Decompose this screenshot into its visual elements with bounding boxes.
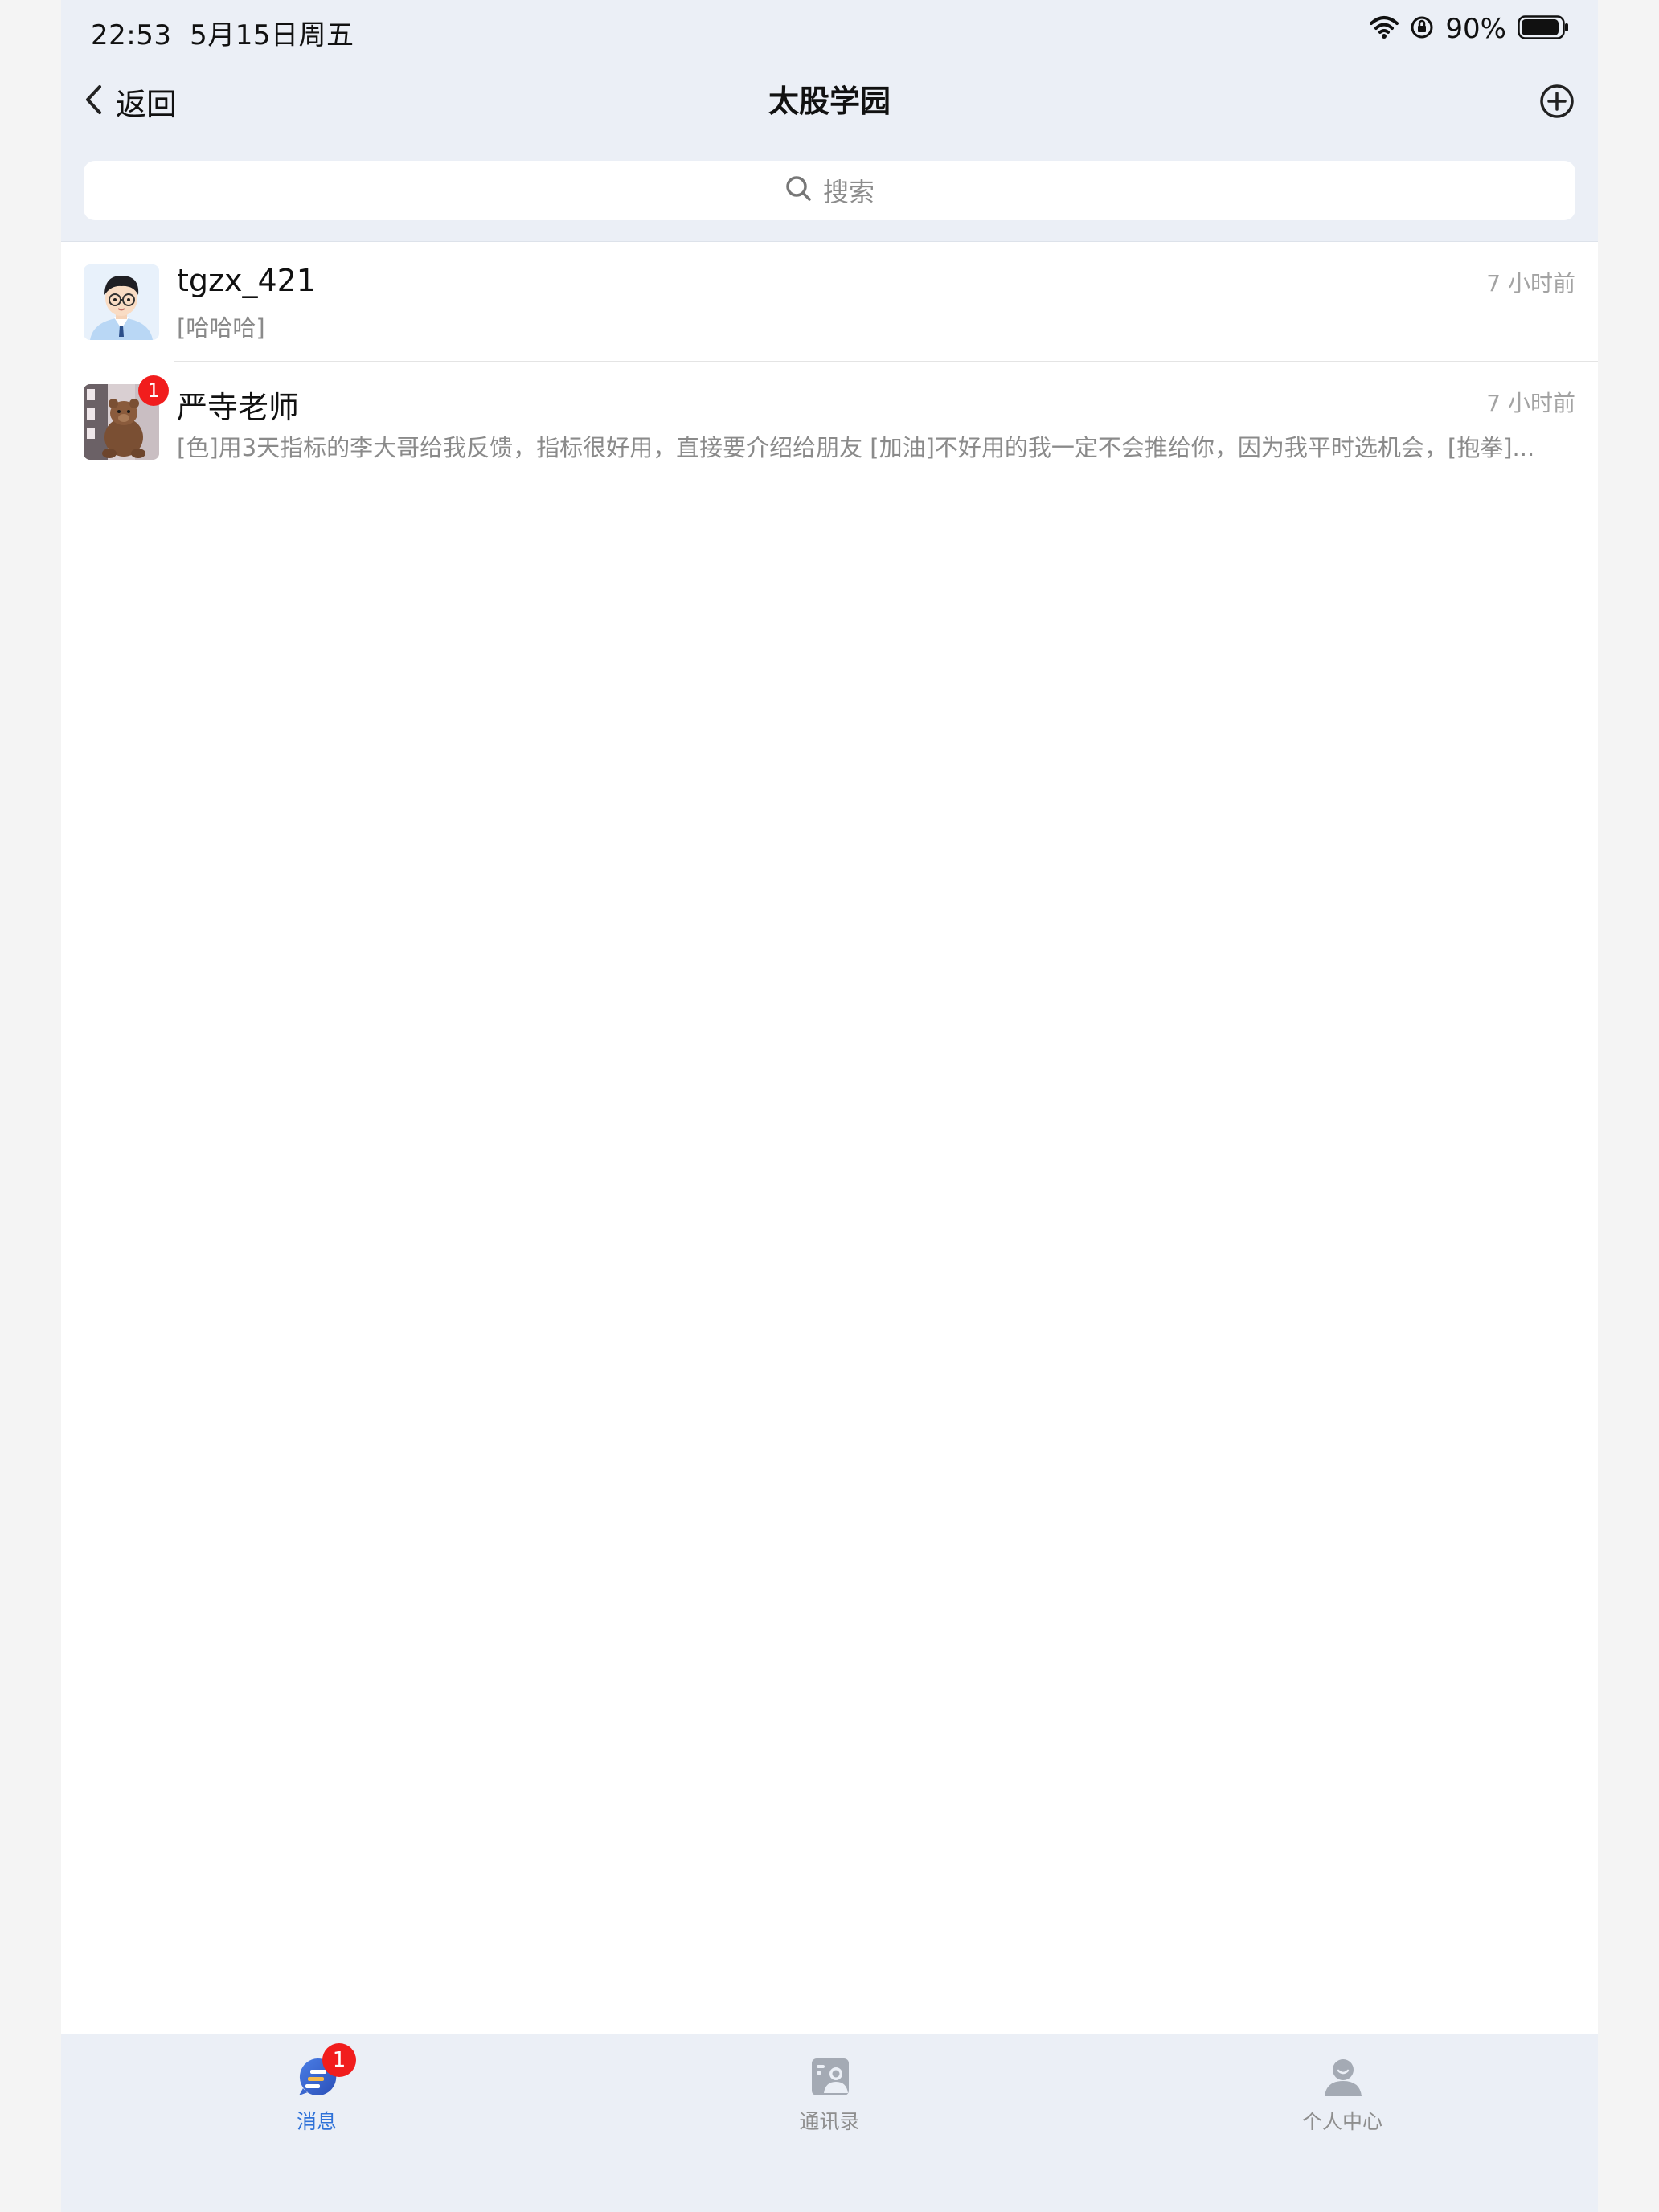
orientation-lock-icon bbox=[1410, 15, 1434, 43]
search-placeholder: 搜索 bbox=[822, 177, 875, 207]
conversation-item[interactable]: 严寺老师 7 小时前 [色]用3天指标的李大哥给我反馈，指标很好用，直接要介绍给… bbox=[61, 362, 1598, 481]
conversation-preview: [哈哈哈] bbox=[177, 314, 265, 342]
tab-label: 个人中心 bbox=[1301, 2110, 1382, 2133]
profile-icon bbox=[1325, 2059, 1362, 2096]
search-input[interactable]: 搜索 bbox=[84, 161, 1575, 220]
cartoon-boy-avatar bbox=[84, 264, 159, 340]
contacts-icon bbox=[812, 2058, 849, 2095]
conversation-time: 7 小时前 bbox=[1486, 270, 1575, 297]
battery-icon bbox=[1518, 15, 1569, 43]
app-window: 22:53 5月15日周五 90% 返回 太股学园 搜索 tgzx_421 7 … bbox=[61, 0, 1598, 2212]
conversation-name: tgzx_421 bbox=[177, 263, 316, 298]
avatar bbox=[84, 264, 159, 340]
tab-label: 消息 bbox=[296, 2110, 337, 2133]
wifi-icon bbox=[1370, 15, 1399, 43]
battery-percent: 90% bbox=[1445, 13, 1506, 45]
conversation-item[interactable]: tgzx_421 7 小时前 [哈哈哈] bbox=[61, 242, 1598, 362]
tab-label: 通讯录 bbox=[799, 2110, 860, 2133]
page-title: 太股学园 bbox=[768, 84, 891, 119]
tab-contacts[interactable]: 通讯录 bbox=[709, 2056, 950, 2144]
unread-badge: 1 bbox=[138, 375, 169, 406]
status-date: 5月15日周五 bbox=[190, 19, 354, 51]
status-time: 22:53 bbox=[91, 19, 172, 51]
conversation-list: tgzx_421 7 小时前 [哈哈哈] 严寺老师 7 小时前 [色]用3天指标… bbox=[61, 242, 1598, 481]
conversation-name: 严寺老师 bbox=[177, 390, 300, 425]
conversation-time: 7 小时前 bbox=[1486, 390, 1575, 416]
tab-messages[interactable]: 消息 1 bbox=[196, 2043, 437, 2144]
add-button[interactable] bbox=[1538, 83, 1575, 120]
status-indicators: 90% bbox=[1370, 11, 1569, 47]
header-area: 22:53 5月15日周五 90% 返回 太股学园 搜索 bbox=[61, 0, 1598, 242]
tab-bar: 消息 1 通讯录 个人中心 bbox=[61, 2034, 1598, 2212]
conversation-preview: [色]用3天指标的李大哥给我反馈，指标很好用，直接要介绍给朋友 [加油]不好用的… bbox=[177, 434, 1535, 461]
unread-badge: 1 bbox=[322, 2043, 356, 2077]
plus-circle-icon bbox=[1540, 84, 1574, 118]
status-bar-clock: 22:53 5月15日周五 bbox=[91, 13, 354, 52]
search-icon bbox=[784, 174, 813, 207]
tab-profile[interactable]: 个人中心 bbox=[1222, 2056, 1463, 2144]
